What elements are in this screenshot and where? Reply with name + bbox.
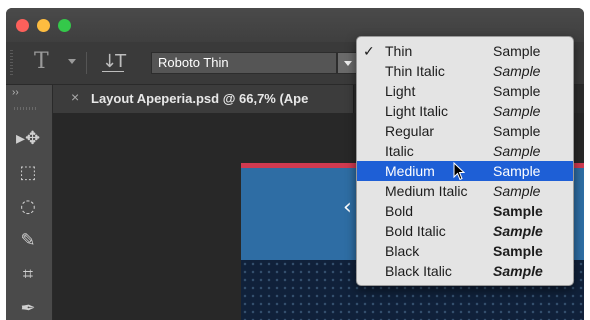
tool-preset-dropdown-icon[interactable]: [68, 59, 76, 64]
zoom-window-button[interactable]: [58, 19, 71, 32]
menu-item-thin-italic[interactable]: Thin Italic Sample: [357, 61, 573, 81]
menu-item-thin[interactable]: ✓ Thin Sample: [357, 41, 573, 61]
document-tab[interactable]: × Layout Apeperia.psd @ 66,7% (Ape: [53, 85, 354, 113]
document-tab-title: Layout Apeperia.psd @ 66,7% (Ape: [91, 91, 309, 106]
eyedropper-tool-icon[interactable]: ✒: [14, 295, 42, 320]
toolbar-divider: [86, 52, 87, 74]
menu-item-light-italic[interactable]: Light Italic Sample: [357, 101, 573, 121]
lasso-tool-icon[interactable]: ◌: [14, 193, 42, 221]
close-tab-icon[interactable]: ×: [71, 89, 79, 105]
font-style-menu: ✓ Thin Sample Thin Italic Sample Light Sample L…: [356, 36, 574, 286]
menu-item-label: Light: [385, 83, 416, 99]
menu-item-sample: Sample: [493, 223, 543, 239]
menu-item-label: Thin Italic: [385, 63, 445, 79]
menu-item-sample: Sample: [493, 83, 541, 99]
menu-item-regular[interactable]: Regular Sample: [357, 121, 573, 141]
minimize-window-button[interactable]: [37, 19, 50, 32]
menu-item-sample: Sample: [493, 143, 541, 159]
menu-item-light[interactable]: Light Sample: [357, 81, 573, 101]
menu-item-label: Medium Italic: [385, 183, 468, 199]
mouse-cursor-icon: [453, 162, 465, 181]
menu-item-label: Bold: [385, 203, 414, 219]
menu-item-sample: Sample: [493, 203, 543, 219]
menu-item-sample: Sample: [493, 243, 543, 259]
panel-grip[interactable]: [14, 107, 38, 110]
menu-item-label: Bold Italic: [385, 223, 446, 239]
move-tool-icon[interactable]: ▸✥: [14, 125, 42, 153]
quick-selection-tool-icon[interactable]: ✎: [14, 227, 42, 255]
text-orientation-icon[interactable]: ↓T: [102, 51, 126, 72]
menu-item-label: Italic: [385, 143, 414, 159]
menu-item-black-italic[interactable]: Black Italic Sample: [357, 261, 573, 281]
menu-item-bold-italic[interactable]: Bold Italic Sample: [357, 221, 573, 241]
menu-item-sample: Sample: [493, 63, 541, 79]
menu-item-sample: Sample: [493, 183, 541, 199]
crop-tool-icon[interactable]: ⌗: [14, 261, 42, 289]
menu-item-italic[interactable]: Italic Sample: [357, 141, 573, 161]
menu-item-sample: Sample: [493, 43, 541, 59]
marquee-tool-icon[interactable]: ⬚: [14, 159, 42, 187]
menu-item-label: Black: [385, 243, 420, 259]
menu-item-label: Light Italic: [385, 103, 449, 119]
menu-item-medium-italic[interactable]: Medium Italic Sample: [357, 181, 573, 201]
menu-item-label: Regular: [385, 123, 435, 139]
menu-item-label: Black Italic: [385, 263, 452, 279]
menu-item-sample: Sample: [493, 123, 541, 139]
chevron-left-icon: ‹: [343, 195, 352, 220]
options-bar-grip[interactable]: [10, 50, 13, 76]
checkmark-icon: ✓: [363, 43, 375, 59]
menu-item-bold[interactable]: Bold Sample: [357, 201, 573, 221]
font-family-field[interactable]: Roboto Thin: [151, 52, 337, 74]
menu-item-medium[interactable]: Medium Sample: [357, 161, 573, 181]
menu-item-sample: Sample: [493, 263, 543, 279]
menu-item-black[interactable]: Black Sample: [357, 241, 573, 261]
menu-item-sample: Sample: [493, 103, 541, 119]
menu-item-label: Medium: [385, 163, 435, 179]
tools-panel: ›› ▸✥ ⬚ ◌ ✎ ⌗ ✒: [6, 85, 53, 320]
menu-item-label: Thin: [385, 43, 413, 59]
type-tool-icon[interactable]: T: [34, 49, 49, 74]
close-window-button[interactable]: [16, 19, 29, 32]
collapse-panel-icon[interactable]: ››: [12, 87, 19, 98]
menu-item-sample: Sample: [493, 163, 541, 179]
